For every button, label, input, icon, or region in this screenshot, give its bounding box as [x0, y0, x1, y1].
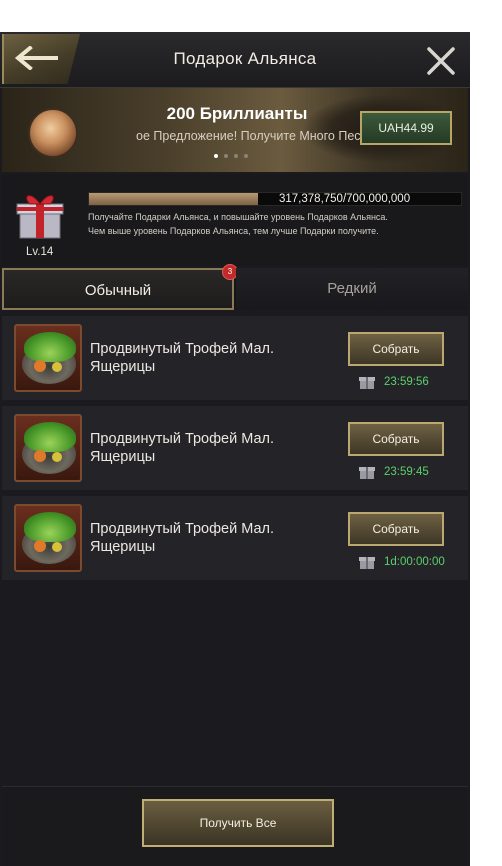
- item-timer: 23:59:56: [384, 376, 429, 388]
- item-name: Продвинутый Трофей Мал. Ящерицы: [90, 341, 275, 375]
- list-item: Продвинутый Трофей Мал. Ящерицы Собрать …: [2, 316, 468, 400]
- carousel-dot[interactable]: [234, 154, 238, 158]
- promo-title: 200 Бриллианты: [166, 104, 308, 123]
- collect-all-button[interactable]: Получить Все: [142, 799, 334, 847]
- promo-subtitle: ое Предложение! Получите Много Песк: [136, 129, 366, 143]
- gift-box-icon: [16, 195, 64, 239]
- item-name: Продвинутый Трофей Мал. Ящерицы: [90, 521, 275, 555]
- gift-progress-fill: [89, 193, 258, 205]
- promo-banner[interactable]: 200 Бриллианты ое Предложение! Получите …: [2, 88, 468, 172]
- gift-icon: [359, 467, 375, 479]
- page-title: Подарок Альянса: [173, 49, 317, 68]
- list-item: Продвинутый Трофей Мал. Ящерицы Собрать …: [2, 496, 468, 580]
- gift-description-line2: Чем выше уровень Подарков Альянса, тем л…: [88, 226, 379, 236]
- gift-level-panel: Lv.14 317,378,750/700,000,000 Получайте …: [2, 174, 468, 266]
- lizard-trophy-icon: [14, 414, 82, 482]
- carousel-dots: [214, 154, 264, 160]
- buy-price-button[interactable]: UAH44.99: [360, 111, 452, 145]
- sand-icon: [28, 108, 78, 158]
- tab-normal[interactable]: Обычный 3: [2, 264, 238, 310]
- gift-description-line1: Получайте Подарки Альянса, и повышайте у…: [88, 212, 388, 222]
- carousel-dot[interactable]: [244, 154, 248, 158]
- alliance-gift-window: Подарок Альянса 200 Бриллианты ое Предло…: [0, 32, 470, 866]
- carousel-dot[interactable]: [214, 154, 218, 158]
- collect-button[interactable]: Собрать: [348, 422, 444, 456]
- item-timer: 23:59:45: [384, 466, 429, 478]
- lizard-trophy-icon: [14, 324, 82, 392]
- carousel-dot[interactable]: [224, 154, 228, 158]
- tab-rare-label: Редкий: [327, 280, 377, 297]
- gift-icon: [359, 557, 375, 569]
- item-timer: 1d:00:00:00: [384, 556, 445, 568]
- gift-progress-bar: 317,378,750/700,000,000: [88, 192, 462, 206]
- gift-level: Lv.14: [26, 246, 54, 258]
- gift-description: Получайте Подарки Альянса, и повышайте у…: [88, 210, 458, 238]
- gift-icon: [359, 377, 375, 389]
- lizard-trophy-icon: [14, 504, 82, 572]
- gift-tabs: Обычный 3 Редкий: [2, 264, 468, 310]
- list-item: Продвинутый Трофей Мал. Ящерицы Собрать …: [2, 406, 468, 490]
- close-icon[interactable]: [424, 44, 458, 78]
- tab-rare[interactable]: Редкий: [236, 268, 468, 310]
- collect-button[interactable]: Собрать: [348, 512, 444, 546]
- footer: Получить Все: [2, 786, 468, 866]
- header: Подарок Альянса: [0, 32, 470, 88]
- item-name: Продвинутый Трофей Мал. Ящерицы: [90, 431, 275, 465]
- tab-normal-label: Обычный: [84, 282, 152, 299]
- gift-progress-text: 317,378,750/700,000,000: [279, 193, 411, 205]
- collect-button[interactable]: Собрать: [348, 332, 444, 366]
